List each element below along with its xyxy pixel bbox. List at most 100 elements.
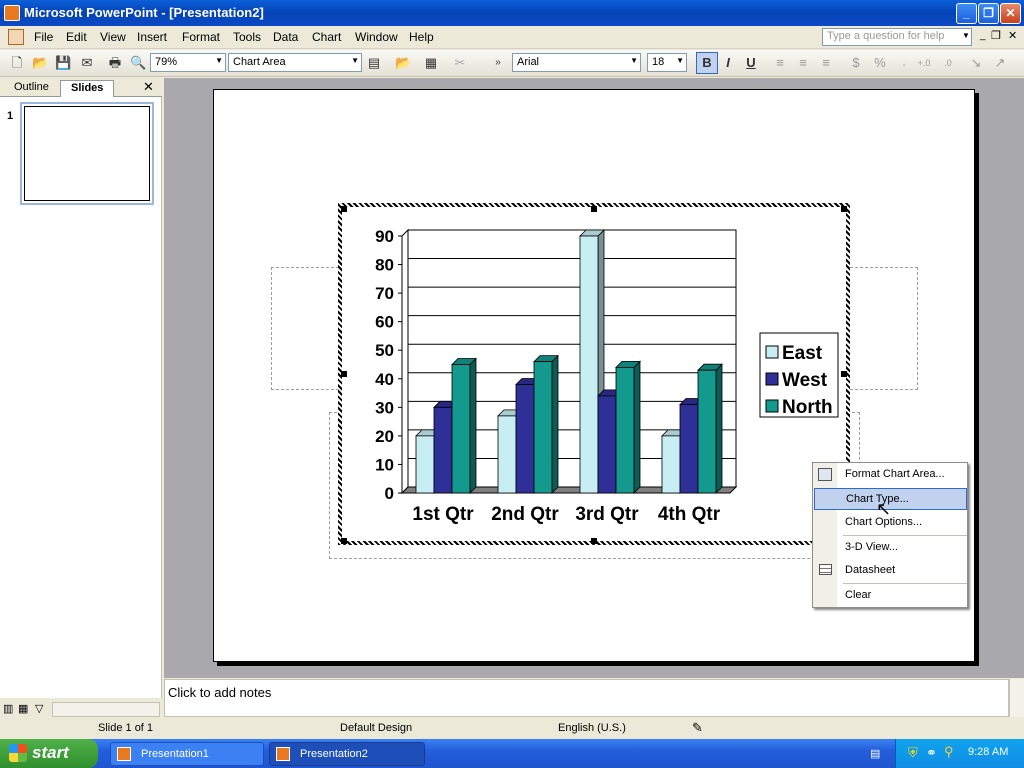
- bar-north-2: [533, 361, 553, 494]
- menu-insert[interactable]: Insert: [137, 30, 167, 44]
- menu-separator: [843, 583, 967, 584]
- x-tick-label: 3rd Qtr: [575, 504, 639, 525]
- close-button[interactable]: ✕: [1000, 3, 1021, 24]
- angle-up-icon[interactable]: ↗: [992, 55, 1008, 71]
- tab-outline[interactable]: Outline: [4, 80, 59, 97]
- doc-close-icon[interactable]: ✕: [1008, 29, 1017, 42]
- menu-edit[interactable]: Edit: [66, 30, 87, 44]
- preview-icon[interactable]: 🔍: [130, 55, 146, 71]
- network-icon[interactable]: ⚭: [926, 745, 937, 761]
- y-tick-label: 20: [375, 427, 394, 446]
- y-tick-label: 80: [375, 256, 394, 275]
- column-chart[interactable]: 0 10 20 30 40 50 60 70 80 90 1st Qtr 2nd Qtr 3rd Qtr…: [346, 211, 842, 537]
- y-tick-label: 40: [375, 370, 394, 389]
- powerpoint-icon: [276, 747, 290, 761]
- powerpoint-app-icon[interactable]: [4, 5, 20, 21]
- menu-window[interactable]: Window: [355, 30, 398, 44]
- title-bar[interactable]: Microsoft PowerPoint - [Presentation2] _…: [0, 0, 1024, 26]
- slide-show-icon[interactable]: ▽: [35, 702, 43, 715]
- menu-item-3d-view[interactable]: 3-D View...: [814, 537, 967, 559]
- bold-button[interactable]: B: [696, 52, 718, 74]
- normal-view-icon[interactable]: ▥: [3, 702, 13, 715]
- italic-button[interactable]: I: [720, 55, 736, 71]
- save-icon[interactable]: 💾: [55, 55, 71, 71]
- bar-east-4: [661, 435, 681, 494]
- datasheet-icon[interactable]: ▦: [423, 55, 439, 71]
- legend-swatch: [765, 345, 779, 359]
- legend-label: East: [782, 343, 823, 364]
- percent-icon[interactable]: %: [872, 55, 888, 71]
- menu-tools[interactable]: Tools: [233, 30, 261, 44]
- menu-data[interactable]: Data: [273, 30, 298, 44]
- bar-side: [715, 363, 723, 494]
- document-icon[interactable]: [8, 29, 24, 45]
- chart-objects-select[interactable]: Chart Area ▼: [228, 53, 362, 72]
- bar-east-1: [415, 435, 435, 494]
- format-chart-area-icon: [818, 468, 832, 481]
- import-file-icon[interactable]: 📂: [395, 55, 411, 71]
- y-tick-label: 50: [375, 341, 394, 360]
- bar-east-2: [497, 415, 517, 494]
- resize-handle[interactable]: [341, 538, 347, 544]
- menu-separator: [843, 535, 967, 536]
- menu-item-datasheet[interactable]: Datasheet: [814, 560, 967, 582]
- x-tick-label: 1st Qtr: [412, 504, 474, 525]
- bar-west-1: [433, 406, 453, 494]
- tab-slides[interactable]: Slides: [60, 80, 115, 97]
- security-shield-icon[interactable]: ⛨: [908, 745, 918, 761]
- cut-icon[interactable]: ✂: [452, 55, 468, 71]
- horizontal-scrollbar[interactable]: [52, 702, 160, 717]
- slide-sorter-icon[interactable]: ▦: [18, 702, 28, 715]
- menu-format[interactable]: Format: [182, 30, 220, 44]
- new-icon[interactable]: 🗋: [9, 55, 25, 71]
- currency-icon[interactable]: $: [848, 55, 864, 71]
- menu-view[interactable]: View: [100, 30, 126, 44]
- help-search-input[interactable]: Type a question for help: [822, 28, 972, 46]
- increase-decimal-icon[interactable]: +.0: [916, 55, 932, 71]
- font-size-select[interactable]: 18 ▼: [647, 53, 687, 72]
- close-pane-icon[interactable]: ✕: [143, 79, 154, 95]
- menu-item-format-chart-area[interactable]: Format Chart Area...: [814, 464, 967, 486]
- help-dropdown-icon[interactable]: ▼: [962, 31, 970, 40]
- align-left-icon[interactable]: ≡: [772, 55, 788, 71]
- notes-pane[interactable]: Click to add notes: [164, 679, 1009, 717]
- slide-thumbnail[interactable]: [20, 102, 154, 205]
- legend-label: West: [782, 370, 828, 391]
- menu-item-clear[interactable]: Clear: [814, 585, 967, 607]
- search-icon[interactable]: ⚲: [944, 744, 954, 760]
- notes-scrollbar[interactable]: [1009, 679, 1024, 717]
- open-icon[interactable]: 📂: [32, 55, 48, 71]
- legend-label: North: [782, 397, 833, 418]
- print-icon[interactable]: 🖶: [107, 55, 123, 71]
- keyboard-icon[interactable]: ▤: [870, 747, 880, 760]
- minimize-button[interactable]: _: [956, 3, 977, 24]
- system-tray: ⛨ ⚭ ⚲ 9:28 AM: [895, 739, 1024, 768]
- menu-help[interactable]: Help: [409, 30, 434, 44]
- zoom-select[interactable]: 79% ▼: [150, 53, 226, 72]
- bar-west-2: [515, 384, 535, 494]
- toolbar-options-icon[interactable]: »: [490, 55, 506, 71]
- y-tick-label: 10: [375, 455, 394, 474]
- taskbar-item-presentation2[interactable]: Presentation2: [269, 742, 425, 766]
- angle-down-icon[interactable]: ↘: [968, 55, 984, 71]
- align-right-icon[interactable]: ≡: [818, 55, 834, 71]
- permission-icon[interactable]: ✉: [79, 55, 95, 71]
- comma-style-icon[interactable]: ,: [896, 55, 912, 71]
- bar-side: [551, 354, 559, 494]
- spelling-icon[interactable]: ✎: [692, 720, 703, 736]
- menu-chart[interactable]: Chart: [312, 30, 341, 44]
- decrease-decimal-icon[interactable]: .0: [940, 55, 956, 71]
- format-object-icon[interactable]: ▤: [366, 55, 382, 71]
- slide-thumbnail-inner: [24, 106, 150, 201]
- menu-file[interactable]: File: [34, 30, 53, 44]
- doc-minimize-icon[interactable]: _: [980, 30, 986, 41]
- y-tick-label: 90: [375, 227, 394, 246]
- bar-north-4: [697, 369, 717, 494]
- resize-handle[interactable]: [591, 538, 597, 544]
- align-center-icon[interactable]: ≡: [795, 55, 811, 71]
- underline-button[interactable]: U: [743, 55, 759, 71]
- doc-restore-icon[interactable]: ❐: [991, 29, 1001, 42]
- taskbar-item-presentation1[interactable]: Presentation1: [110, 742, 264, 766]
- font-select[interactable]: Arial ▼: [512, 53, 641, 72]
- maximize-button[interactable]: ❐: [978, 3, 999, 24]
